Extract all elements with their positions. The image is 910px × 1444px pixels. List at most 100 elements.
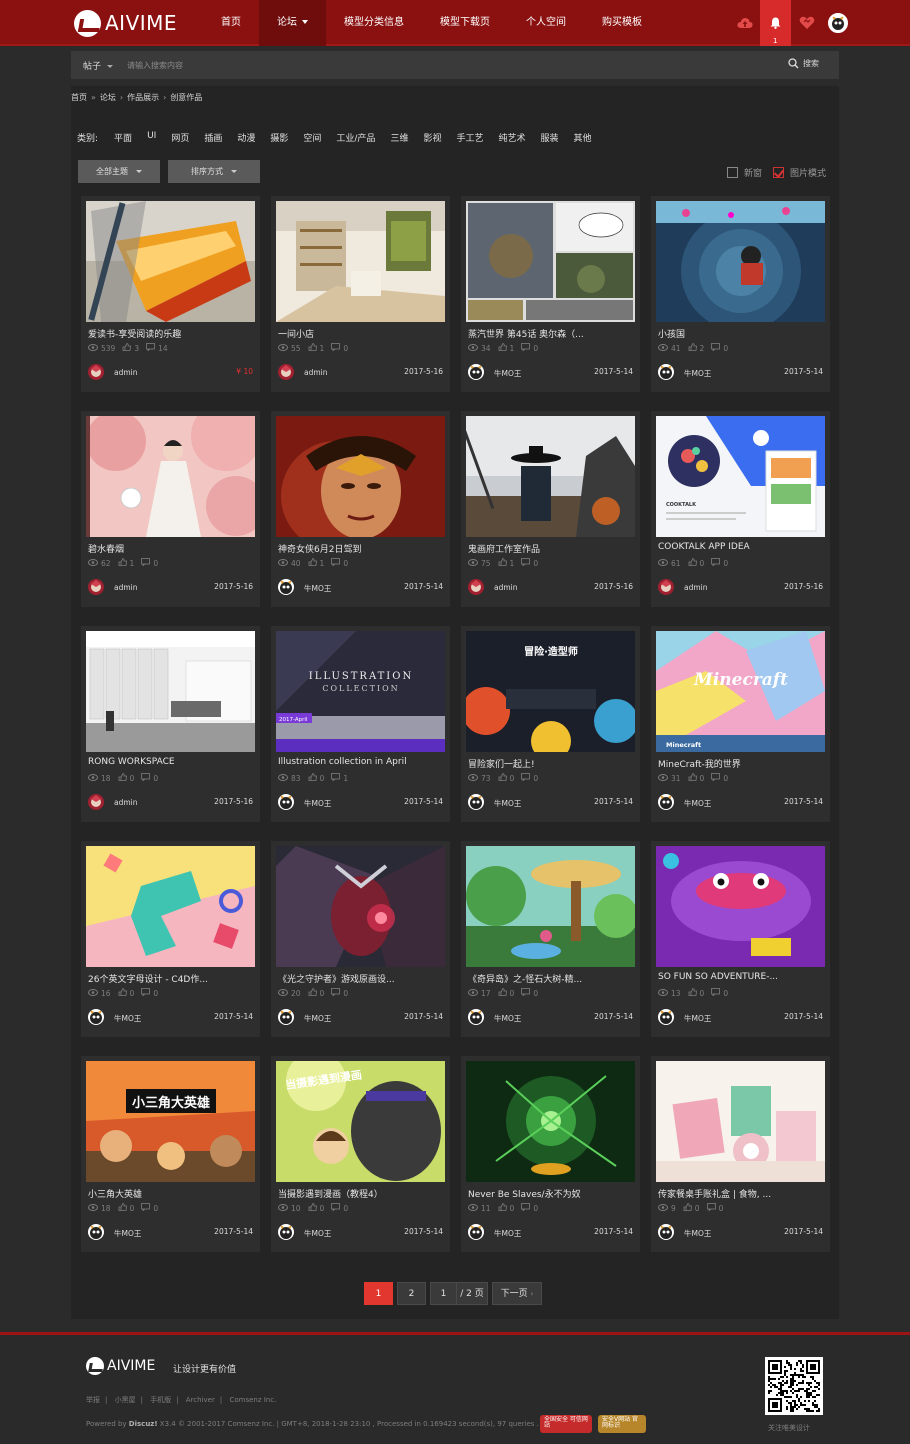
post-thumbnail[interactable] xyxy=(86,201,255,322)
post-thumbnail[interactable]: 当摄影遇到漫画 xyxy=(276,1061,445,1182)
post-title[interactable]: 鬼画府工作室作品 xyxy=(468,542,633,555)
post-card[interactable]: 当摄影遇到漫画 当摄影遇到漫画（教程4） 10 0 0 牛MO王 2017-5-… xyxy=(271,1056,450,1252)
post-title[interactable]: 神奇女侠6月2日驾到 xyxy=(278,542,443,555)
post-card[interactable]: 神奇女侠6月2日驾到 40 1 0 牛MO王 2017-5-14 xyxy=(271,411,450,607)
post-thumbnail[interactable] xyxy=(86,416,255,537)
post-title[interactable]: Never Be Slaves/永不为奴 xyxy=(468,1187,633,1200)
post-card[interactable]: Minecraft Minecraft MineCraft-我的世界 31 0 … xyxy=(651,626,830,822)
post-title[interactable]: 传家餐桌手账礼盒 | 食物, ... xyxy=(658,1187,823,1200)
author-avatar[interactable] xyxy=(658,1009,674,1025)
post-title[interactable]: 碧水春烟 xyxy=(88,542,253,555)
post-thumbnail[interactable] xyxy=(276,201,445,322)
post-card[interactable]: 蒸汽世界 第45话 奥尔森（... 34 1 0 牛MO王 2017-5-14 xyxy=(461,196,640,392)
post-card[interactable]: 冒险·造型师 冒险家们一起上! 73 0 0 牛MO王 2017-5-14 xyxy=(461,626,640,822)
post-thumbnail[interactable] xyxy=(466,1061,635,1182)
author-avatar[interactable] xyxy=(658,794,674,810)
post-title[interactable]: 蒸汽世界 第45话 奥尔森（... xyxy=(468,327,633,340)
author-name[interactable]: admin xyxy=(114,798,138,807)
category-item[interactable]: 纯艺术 xyxy=(498,131,525,144)
page-jump-input[interactable]: 1 xyxy=(430,1282,456,1305)
post-thumbnail[interactable] xyxy=(656,201,825,322)
checkbox[interactable] xyxy=(727,167,738,178)
post-card[interactable]: Never Be Slaves/永不为奴 11 0 0 牛MO王 2017-5-… xyxy=(461,1056,640,1252)
author-avatar[interactable] xyxy=(88,364,104,380)
search-input[interactable] xyxy=(127,56,727,74)
nav-item-forum[interactable]: 论坛 xyxy=(259,0,326,46)
post-title[interactable]: 《光之守护者》游戏原画设... xyxy=(278,972,443,985)
nav-item-home[interactable]: 首页 xyxy=(203,0,259,46)
author-name[interactable]: admin xyxy=(114,368,138,377)
author-avatar[interactable] xyxy=(658,364,674,380)
breadcrumb-creative[interactable]: 创意作品 xyxy=(170,93,202,102)
breadcrumb-forum[interactable]: 论坛 xyxy=(100,93,116,102)
post-thumbnail[interactable]: ILLUSTRATION COLLECTION 2017-April xyxy=(276,631,445,752)
author-name[interactable]: 牛MO王 xyxy=(684,1013,711,1024)
search-button[interactable]: 搜索 xyxy=(788,58,819,69)
author-name[interactable]: admin xyxy=(494,583,518,592)
author-name[interactable]: admin xyxy=(304,368,328,377)
post-title[interactable]: 小孩国 xyxy=(658,327,823,340)
post-card[interactable]: 爱读书-享受阅读的乐趣 539 3 14 admin ¥ 10 xyxy=(81,196,260,392)
nav-item-model-download[interactable]: 模型下载页 xyxy=(422,0,508,46)
category-item[interactable]: 其他 xyxy=(574,131,592,144)
footer-link-blacklist[interactable]: 小黑屋 xyxy=(115,1396,136,1404)
category-item[interactable]: 影视 xyxy=(423,131,441,144)
breadcrumb-works[interactable]: 作品展示 xyxy=(127,93,159,102)
nav-item-model-categories[interactable]: 模型分类信息 xyxy=(326,0,422,46)
category-item[interactable]: 摄影 xyxy=(270,131,288,144)
page-current[interactable]: 1 xyxy=(364,1282,393,1305)
author-name[interactable]: admin xyxy=(114,583,138,592)
footer-logo[interactable]: AIVIME xyxy=(86,1357,155,1375)
category-item[interactable]: 服装 xyxy=(541,131,559,144)
post-title[interactable]: Illustration collection in April xyxy=(278,757,443,767)
author-name[interactable]: 牛MO王 xyxy=(494,798,521,809)
post-title[interactable]: 一间小店 xyxy=(278,327,443,340)
category-item[interactable]: 工业/产品 xyxy=(336,131,375,144)
category-item[interactable]: 插画 xyxy=(204,131,222,144)
user-avatar[interactable] xyxy=(828,13,848,33)
favorites-button[interactable] xyxy=(791,0,822,46)
author-name[interactable]: 牛MO王 xyxy=(114,1013,141,1024)
post-thumbnail[interactable]: 冒险·造型师 xyxy=(466,631,635,752)
site-logo[interactable]: AIVIME xyxy=(74,9,177,37)
post-thumbnail[interactable] xyxy=(86,846,255,967)
post-card[interactable]: 《奇异岛》之-怪石大树-精... 17 0 0 牛MO王 2017-5-14 xyxy=(461,841,640,1037)
author-avatar[interactable] xyxy=(278,1224,294,1240)
theme-filter-dropdown[interactable]: 全部主题 xyxy=(78,160,160,183)
post-card[interactable]: 鬼画府工作室作品 75 1 0 admin 2017-5-16 xyxy=(461,411,640,607)
post-thumbnail[interactable] xyxy=(276,416,445,537)
post-thumbnail[interactable]: Minecraft Minecraft xyxy=(656,631,825,752)
author-avatar[interactable] xyxy=(468,579,484,595)
checkbox-checked[interactable] xyxy=(773,167,784,178)
post-title[interactable]: 冒险家们一起上! xyxy=(468,757,633,770)
author-name[interactable]: 牛MO王 xyxy=(684,368,711,379)
author-name[interactable]: 牛MO王 xyxy=(304,1228,331,1239)
author-avatar[interactable] xyxy=(658,1224,674,1240)
post-card[interactable]: COOKTALK COOKTALK APP IDEA 61 0 0 admin … xyxy=(651,411,830,607)
author-name[interactable]: 牛MO王 xyxy=(494,1228,521,1239)
post-card[interactable]: 小三角大英雄 小三角大英雄 18 0 0 牛MO王 2017-5-14 xyxy=(81,1056,260,1252)
category-item[interactable]: 手工艺 xyxy=(456,131,483,144)
category-item[interactable]: UI xyxy=(147,131,156,144)
post-title[interactable]: RONG WORKSPACE xyxy=(88,757,253,767)
post-thumbnail[interactable] xyxy=(466,201,635,322)
notification-button[interactable]: 1 xyxy=(760,0,791,46)
author-avatar[interactable] xyxy=(278,794,294,810)
category-item[interactable]: 平面 xyxy=(114,131,132,144)
page-link[interactable]: 2 xyxy=(397,1282,426,1305)
category-item[interactable]: 空间 xyxy=(303,131,321,144)
post-card[interactable]: 传家餐桌手账礼盒 | 食物, ... 9 0 0 牛MO王 2017-5-14 xyxy=(651,1056,830,1252)
post-title[interactable]: 当摄影遇到漫画（教程4） xyxy=(278,1187,443,1200)
post-title[interactable]: 小三角大英雄 xyxy=(88,1187,253,1200)
post-title[interactable]: MineCraft-我的世界 xyxy=(658,757,823,770)
author-name[interactable]: 牛MO王 xyxy=(684,1228,711,1239)
author-avatar[interactable] xyxy=(88,1224,104,1240)
author-avatar[interactable] xyxy=(468,1224,484,1240)
verified-badge[interactable]: 安全V网站 官网标识 xyxy=(598,1415,646,1433)
sort-dropdown[interactable]: 排序方式 xyxy=(168,160,260,183)
post-card[interactable]: SO FUN SO ADVENTURE-... 13 0 0 牛MO王 2017… xyxy=(651,841,830,1037)
nav-item-personal-space[interactable]: 个人空间 xyxy=(508,0,584,46)
author-name[interactable]: 牛MO王 xyxy=(304,1013,331,1024)
post-card[interactable]: 碧水春烟 62 1 0 admin 2017-5-16 xyxy=(81,411,260,607)
author-name[interactable]: admin xyxy=(684,583,708,592)
